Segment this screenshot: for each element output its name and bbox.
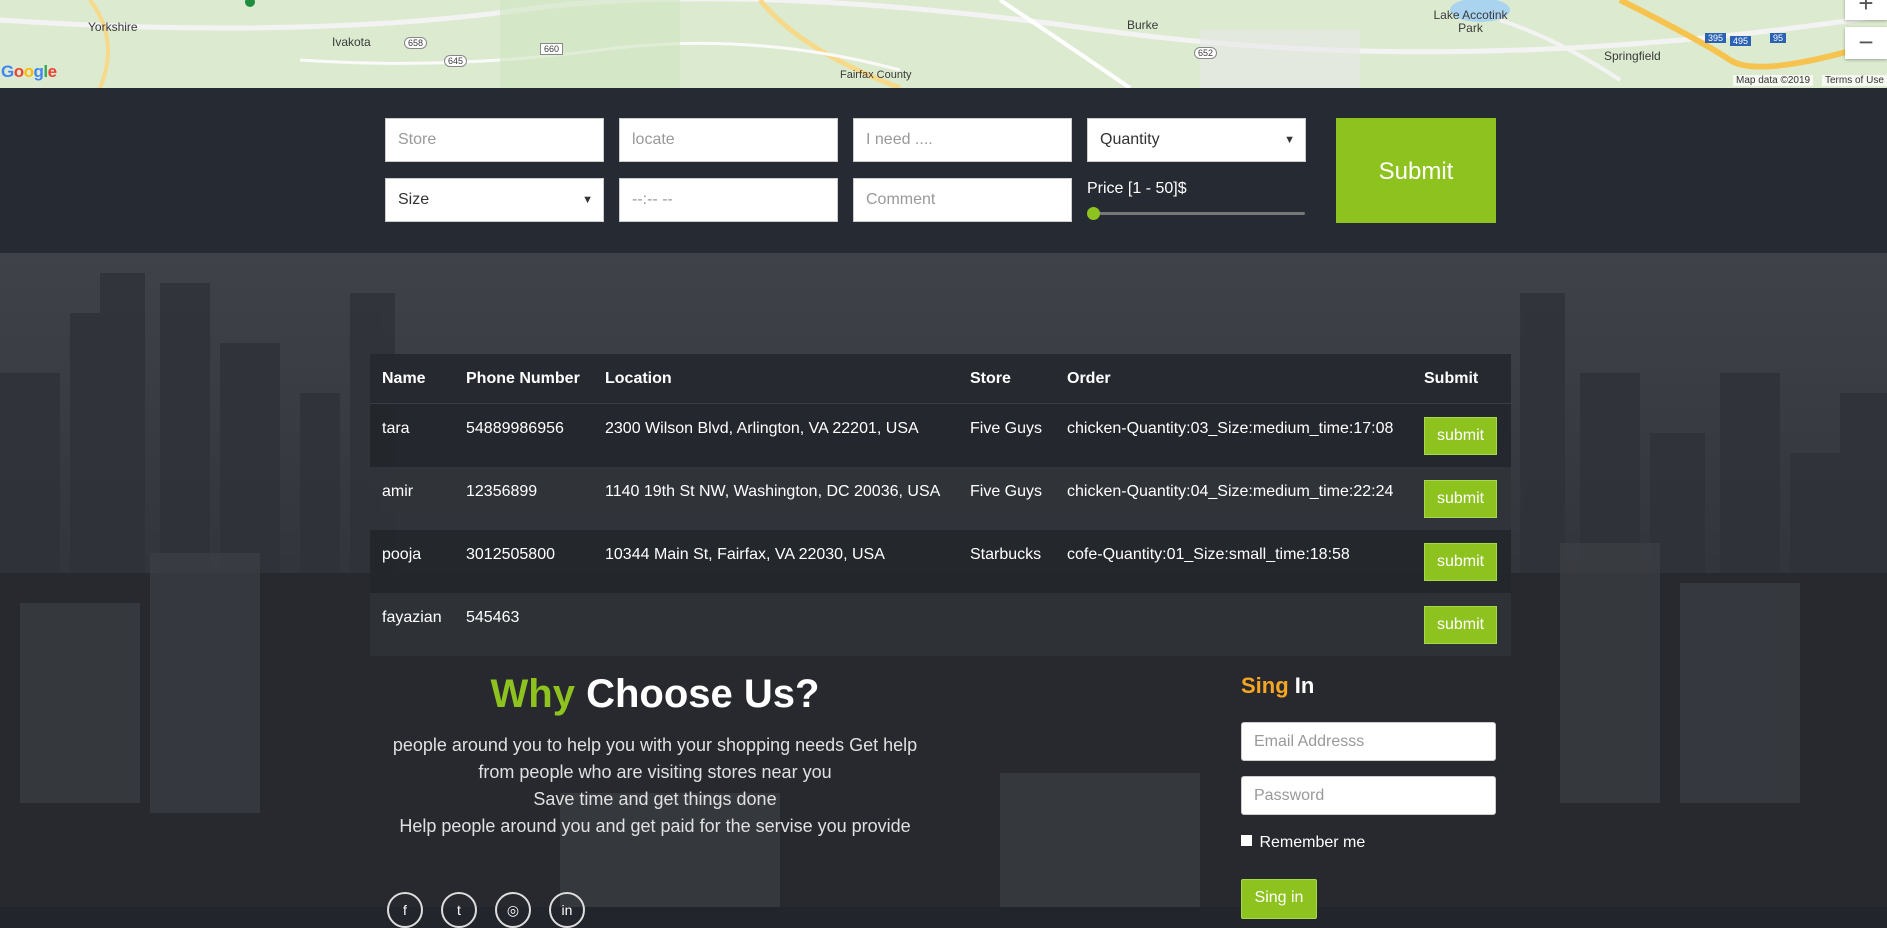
cell-phone: 3012505800 — [454, 529, 593, 593]
row-submit-button[interactable]: submit — [1424, 417, 1497, 455]
size-select-value: Size — [398, 191, 430, 208]
comment-input[interactable]: Comment — [853, 178, 1072, 222]
column-header: Location — [593, 354, 958, 404]
map-place-label: Yorkshire — [88, 20, 138, 34]
google-logo: Google — [1, 62, 57, 81]
cell-name: tara — [370, 403, 454, 467]
column-header: Order — [1055, 354, 1412, 404]
order-form: Store locate I need .... Quantity ▼ Size… — [0, 88, 1887, 253]
why-text-line: Help people around you and get paid for … — [399, 816, 911, 836]
cell-order: cofe-Quantity:01_Size:small_time:18:58 — [1055, 529, 1412, 593]
caret-down-icon: ▼ — [1284, 134, 1295, 146]
cell-name: pooja — [370, 529, 454, 593]
table-row: tara 54889986956 2300 Wilson Blvd, Arlin… — [370, 403, 1511, 467]
signin-heading: Sing In — [1241, 673, 1314, 699]
twitter-icon[interactable]: t — [441, 892, 477, 928]
heading-accent: Why — [490, 672, 575, 716]
table-row: pooja 3012505800 10344 Main St, Fairfax,… — [370, 529, 1511, 593]
orders-table: Name Phone Number Location Store Order S… — [370, 354, 1511, 656]
cell-location — [593, 592, 958, 656]
column-header: Phone Number — [454, 354, 593, 404]
cell-phone: 54889986956 — [454, 403, 593, 467]
cell-submit: submit — [1412, 403, 1511, 467]
map-view[interactable]: Yorkshire Ivakota Burke Lake Accotink Pa… — [0, 0, 1887, 88]
cell-submit: submit — [1412, 466, 1511, 530]
column-header: Submit — [1412, 354, 1511, 404]
column-header: Store — [958, 354, 1055, 404]
submit-button[interactable]: Submit — [1336, 118, 1496, 223]
locate-input[interactable]: locate — [619, 118, 838, 162]
quantity-select[interactable]: Quantity ▼ — [1087, 118, 1306, 162]
map-attribution: Map data ©2019 — [1733, 75, 1814, 86]
size-select[interactable]: Size ▼ — [385, 178, 604, 222]
map-route-shield: 495 — [1730, 36, 1752, 46]
map-route-shield: 645 — [444, 55, 468, 67]
column-header: Name — [370, 354, 454, 404]
why-text-line: Save time and get things done — [533, 789, 777, 809]
cell-location: 2300 Wilson Blvd, Arlington, VA 22201, U… — [593, 403, 958, 467]
signin-heading-rest: In — [1294, 673, 1315, 698]
row-submit-button[interactable]: submit — [1424, 479, 1497, 518]
instagram-icon[interactable]: ◎ — [495, 892, 531, 928]
map-place-label: Lake Accotink Park — [1433, 8, 1508, 35]
price-slider-thumb[interactable] — [1087, 207, 1100, 220]
zoom-in-button[interactable]: + — [1845, 0, 1887, 20]
why-choose-us-heading: Why Choose Us? — [390, 672, 920, 717]
table-row: fayazian 545463 submit — [370, 592, 1511, 656]
map-place-label: Burke — [1127, 18, 1159, 32]
linkedin-icon[interactable]: in — [549, 892, 585, 928]
price-label: Price [1 - 50]$ — [1087, 180, 1187, 197]
map-canvas — [0, 0, 1887, 88]
password-field[interactable]: Password — [1241, 776, 1496, 815]
map-place-label: Fairfax County — [840, 69, 912, 81]
facebook-icon[interactable]: f — [387, 892, 423, 928]
cell-submit: submit — [1412, 529, 1511, 593]
email-field[interactable]: Email Addresss — [1241, 722, 1496, 761]
signin-button[interactable]: Sing in — [1241, 879, 1317, 919]
heading-rest: Choose Us? — [586, 672, 820, 716]
need-input[interactable]: I need .... — [853, 118, 1072, 162]
store-input[interactable]: Store — [385, 118, 604, 162]
map-route-shield: 652 — [1194, 47, 1218, 59]
cell-location: 10344 Main St, Fairfax, VA 22030, USA — [593, 529, 958, 593]
cell-store: Five Guys — [958, 403, 1055, 467]
map-route-shield: 660 — [540, 43, 564, 55]
cell-location: 1140 19th St NW, Washington, DC 20036, U… — [593, 466, 958, 530]
cell-store: Five Guys — [958, 466, 1055, 530]
cell-store — [958, 592, 1055, 656]
map-route-shield: 658 — [404, 37, 428, 49]
map-route-shield: 95 — [1770, 33, 1787, 43]
cell-order: chicken-Quantity:03_Size:medium_time:17:… — [1055, 403, 1412, 467]
signin-heading-accent: Sing — [1241, 673, 1289, 698]
cell-order — [1055, 592, 1412, 656]
cell-name: fayazian — [370, 592, 454, 656]
cell-order: chicken-Quantity:04_Size:medium_time:22:… — [1055, 466, 1412, 530]
remember-checkbox[interactable] — [1241, 835, 1252, 846]
map-route-shield: 395 — [1705, 33, 1727, 43]
table-header-row: Name Phone Number Location Store Order S… — [370, 354, 1511, 404]
zoom-out-button[interactable]: − — [1845, 27, 1887, 59]
cell-phone: 545463 — [454, 592, 593, 656]
why-text-line: from people who are visiting stores near… — [478, 762, 832, 782]
remember-me[interactable]: Remember me — [1241, 834, 1365, 852]
time-input[interactable]: --:-- -- — [619, 178, 838, 222]
map-place-label: Ivakota — [332, 35, 371, 49]
cell-phone: 12356899 — [454, 466, 593, 530]
row-submit-button[interactable]: submit — [1424, 605, 1497, 644]
caret-down-icon: ▼ — [582, 194, 593, 206]
map-terms-link[interactable]: Terms of Use — [1822, 75, 1887, 86]
price-slider-track[interactable] — [1091, 212, 1305, 215]
table-row: amir 12356899 1140 19th St NW, Washingto… — [370, 466, 1511, 530]
remember-label: Remember me — [1259, 834, 1366, 851]
cell-name: amir — [370, 466, 454, 530]
why-text-line: people around you to help you with your … — [392, 735, 918, 755]
map-place-label: Springfield — [1604, 49, 1661, 63]
row-submit-button[interactable]: submit — [1424, 542, 1497, 581]
quantity-select-value: Quantity — [1100, 131, 1160, 148]
cell-store: Starbucks — [958, 529, 1055, 593]
cell-submit: submit — [1412, 592, 1511, 656]
